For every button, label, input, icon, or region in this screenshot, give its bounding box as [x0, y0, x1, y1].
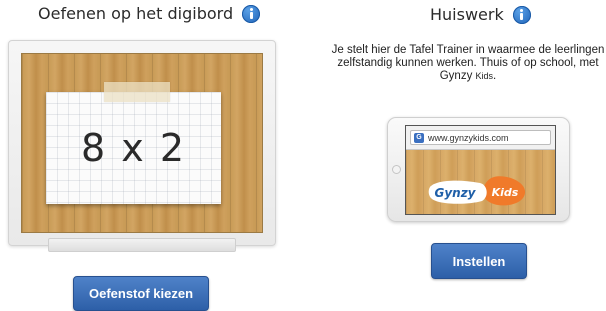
description-end: . [493, 70, 497, 82]
browser-icon: G [414, 132, 424, 143]
practice-heading: Oefenen op het digibord [38, 4, 261, 23]
choose-material-button[interactable]: Oefenstof kiezen [73, 276, 209, 311]
tablet-home-button [392, 165, 401, 174]
homework-heading: Huiswerk [430, 5, 531, 24]
setup-button[interactable]: Instellen [431, 243, 527, 279]
info-icon[interactable] [242, 4, 261, 23]
tablet-screen: G www.gynzykids.com Gynzy Kids [405, 125, 556, 215]
description-text: Je stelt hier de Tafel Trainer in waarme… [331, 44, 605, 82]
tape-strip [104, 82, 170, 102]
gynzy-kids-logo: Gynzy Kids [428, 176, 526, 206]
description-kids: Kids [475, 71, 494, 81]
exercise-card: 8 x 2 [46, 92, 221, 204]
address-bar: G www.gynzykids.com [410, 130, 551, 145]
practice-title: Oefenen op het digibord [38, 4, 234, 23]
homework-panel: Huiswerk Je stelt hier de Tafel Trainer … [330, 0, 606, 311]
exercise-text: 8 x 2 [81, 126, 186, 170]
browser-toolbar: G www.gynzykids.com [406, 126, 555, 150]
svg-text:Gynzy: Gynzy [434, 186, 476, 200]
svg-text:Kids: Kids [492, 186, 519, 199]
tablet-illustration: G www.gynzykids.com Gynzy Kids [387, 117, 570, 222]
homework-title: Huiswerk [430, 5, 504, 24]
url-text: www.gynzykids.com [428, 132, 509, 143]
homework-description: Je stelt hier de Tafel Trainer in waarme… [330, 44, 606, 83]
practice-panel: Oefenen op het digibord 8 x 2 Oefenstof … [0, 0, 290, 311]
info-icon[interactable] [512, 5, 531, 24]
board-stand [48, 238, 236, 252]
